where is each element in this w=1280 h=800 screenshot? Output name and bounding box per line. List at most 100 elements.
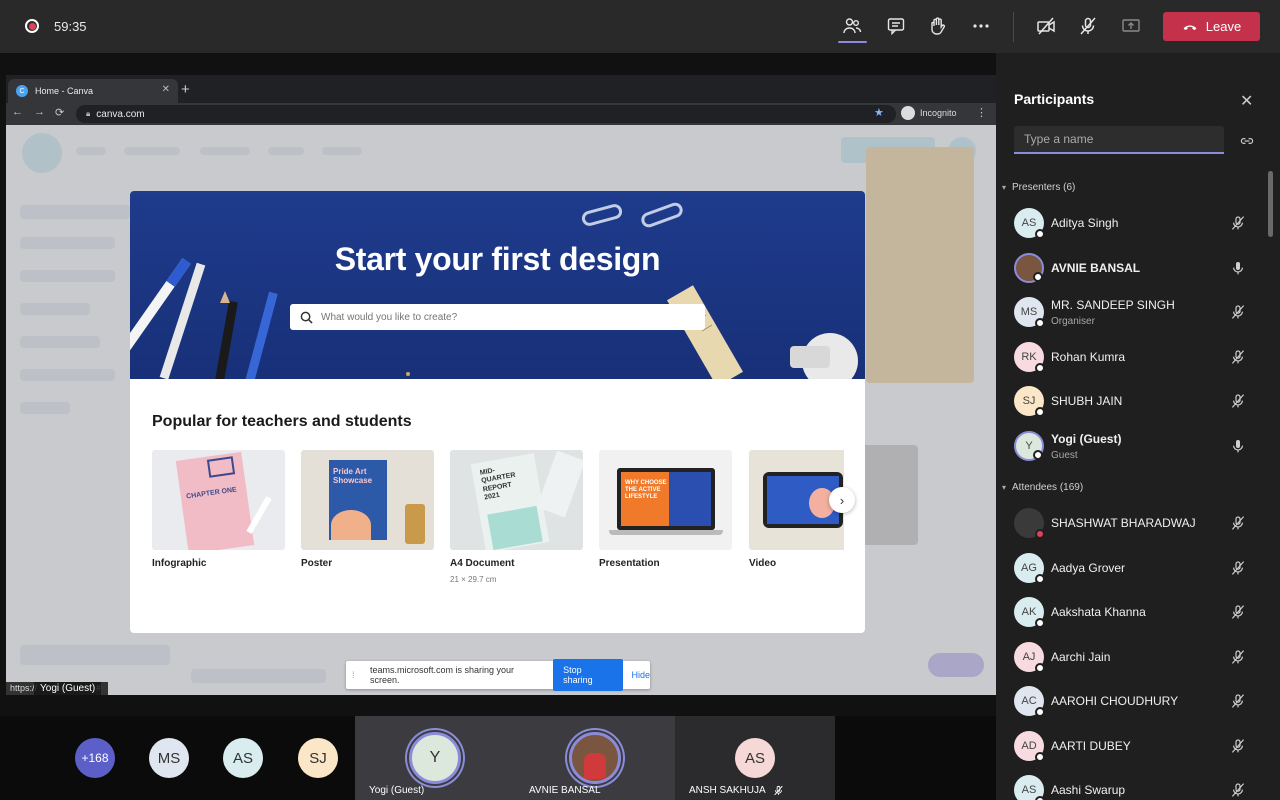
tile-name: AVNIE BANSAL bbox=[529, 785, 601, 796]
design-card-thumbnail: MID-QUARTER REPORT 2021 bbox=[450, 450, 583, 550]
browser-tab[interactable]: C Home - Canva ✕ bbox=[8, 79, 178, 103]
design-card-presentation[interactable]: WHY CHOOSE THE ACTIVE LIFESTYLE Presenta… bbox=[599, 450, 732, 569]
forward-icon[interactable]: → bbox=[34, 106, 45, 118]
mic-off-icon[interactable] bbox=[1230, 782, 1246, 798]
carousel-next-icon[interactable]: › bbox=[829, 487, 855, 513]
participant-name: SHASHWAT BHARADWAJ bbox=[1051, 516, 1196, 530]
participant-avatar: AS bbox=[1014, 208, 1045, 239]
participant-row[interactable]: AS Aditya Singh bbox=[1014, 204, 1264, 244]
chat-icon[interactable] bbox=[884, 14, 908, 38]
back-icon[interactable]: ← bbox=[12, 106, 23, 118]
design-type-carousel: CHAPTER ONE Infographic Pride Art Showca… bbox=[152, 450, 844, 590]
participant-row[interactable]: AVNIE BANSAL bbox=[1014, 249, 1264, 289]
participant-name: Aadya Grover bbox=[1051, 560, 1126, 575]
design-card-a4-document[interactable]: MID-QUARTER REPORT 2021 A4 Document 21 ×… bbox=[450, 450, 583, 584]
participant-name: Aditya Singh bbox=[1051, 216, 1119, 230]
mic-on-icon[interactable] bbox=[1230, 438, 1246, 454]
more-options-icon[interactable] bbox=[969, 14, 993, 38]
leave-label: Leave bbox=[1205, 19, 1242, 34]
incognito-indicator: Incognito bbox=[901, 106, 957, 120]
participant-row[interactable]: MS MR. SANDEEP SINGH Organiser bbox=[1014, 293, 1264, 333]
design-card-infographic[interactable]: CHAPTER ONE Infographic bbox=[152, 450, 285, 569]
overflow-participants-badge[interactable]: +168 bbox=[75, 738, 115, 778]
design-card-label: A4 Document bbox=[450, 558, 515, 569]
camera-off-icon[interactable] bbox=[1034, 14, 1058, 38]
active-tab-indicator bbox=[838, 41, 867, 43]
participant-name: AARTI DUBEY bbox=[1051, 738, 1131, 753]
bookmark-star-icon[interactable]: ★ bbox=[874, 106, 884, 119]
design-search-input[interactable] bbox=[321, 311, 681, 323]
participant-row[interactable]: AG Aadya Grover bbox=[1014, 549, 1264, 589]
mic-off-icon[interactable] bbox=[1230, 215, 1246, 231]
share-screen-icon[interactable] bbox=[1119, 14, 1143, 38]
mic-off-icon[interactable] bbox=[1230, 693, 1246, 709]
share-invite-link-icon[interactable] bbox=[1239, 133, 1255, 149]
participant-row[interactable]: AC AAROHI CHOUDHURY bbox=[1014, 682, 1264, 722]
meeting-toolbar: 59:35 Leave bbox=[0, 0, 1280, 53]
video-tile-avnie[interactable]: AVNIE BANSAL bbox=[515, 716, 675, 800]
stop-sharing-button[interactable]: Stop sharing bbox=[553, 659, 624, 691]
participant-row[interactable]: Y Yogi (Guest) Guest bbox=[1014, 427, 1264, 467]
participant-avatar: SJ bbox=[1014, 386, 1045, 417]
gallery-avatar-ms[interactable]: MS bbox=[149, 738, 189, 778]
mic-off-icon[interactable] bbox=[1230, 560, 1246, 576]
presence-status-icon bbox=[1035, 662, 1045, 673]
tile-name: ANSH SAKHUJA bbox=[689, 785, 766, 796]
drag-handle-icon[interactable]: ⁞ bbox=[352, 670, 362, 680]
mic-off-icon[interactable] bbox=[1230, 304, 1246, 320]
participant-name: Yogi (Guest) bbox=[1051, 431, 1122, 446]
participant-row[interactable]: RK Rohan Kumra bbox=[1014, 338, 1264, 378]
participant-avatar: Y bbox=[1014, 430, 1044, 461]
participant-row[interactable]: AJ Aarchi Jain bbox=[1014, 638, 1264, 678]
mic-off-icon[interactable] bbox=[1230, 604, 1246, 620]
mic-off-icon[interactable] bbox=[1230, 649, 1246, 665]
mic-on-icon[interactable] bbox=[1230, 260, 1246, 276]
browser-menu-icon[interactable]: ⋮ bbox=[976, 106, 987, 119]
participant-row[interactable]: SJ SHUBH JAIN bbox=[1014, 382, 1264, 422]
participant-row[interactable]: SHASHWAT BHARADWAJ bbox=[1014, 504, 1264, 544]
address-bar[interactable]: 🔒︎ canva.com bbox=[76, 105, 896, 123]
incognito-icon bbox=[901, 106, 915, 120]
video-tile-yogi[interactable]: Y Yogi (Guest) bbox=[355, 716, 515, 800]
participant-row[interactable]: AK Aakshata Khanna bbox=[1014, 593, 1264, 633]
gallery-avatar-as[interactable]: AS bbox=[223, 738, 263, 778]
presence-status-icon bbox=[1035, 318, 1045, 328]
participant-search-input[interactable] bbox=[1014, 126, 1224, 154]
mic-off-icon[interactable] bbox=[1230, 349, 1246, 365]
participant-role: Guest bbox=[1051, 449, 1078, 461]
raise-hand-icon[interactable] bbox=[925, 14, 949, 38]
participant-name: Rohan Kumra bbox=[1051, 349, 1126, 364]
attendees-section-header[interactable]: ▾ Attendees (169) bbox=[1002, 482, 1083, 493]
new-tab-icon[interactable]: + bbox=[181, 81, 190, 98]
mic-off-icon[interactable] bbox=[1230, 515, 1246, 531]
presence-status-icon bbox=[1035, 407, 1045, 417]
participant-name: AAROHI CHOUDHURY bbox=[1051, 694, 1179, 708]
toolbar-divider bbox=[1013, 12, 1014, 42]
close-tab-icon[interactable]: ✕ bbox=[162, 84, 170, 95]
tile-name: Yogi (Guest) bbox=[369, 785, 425, 796]
presence-status-icon bbox=[1035, 573, 1045, 584]
participant-row[interactable]: AS Aashi Swarup bbox=[1014, 771, 1264, 800]
mic-off-icon[interactable] bbox=[1230, 393, 1246, 409]
design-card-thumb-text: WHY CHOOSE THE ACTIVE LIFESTYLE bbox=[625, 480, 667, 501]
design-search-box[interactable] bbox=[290, 304, 705, 330]
video-tile-ansh[interactable]: AS ANSH SAKHUJA bbox=[675, 716, 835, 800]
mic-off-icon[interactable] bbox=[1230, 738, 1246, 754]
design-card-video[interactable]: Video bbox=[749, 450, 844, 569]
participant-avatar: AC bbox=[1014, 686, 1045, 717]
presence-status-icon bbox=[1035, 529, 1045, 539]
presenters-section-header[interactable]: ▾ Presenters (6) bbox=[1002, 182, 1075, 193]
reload-icon[interactable]: ⟳ bbox=[55, 106, 64, 119]
leave-button[interactable]: Leave bbox=[1163, 12, 1260, 41]
gallery-avatar-sj[interactable]: SJ bbox=[298, 738, 338, 778]
participants-icon[interactable] bbox=[840, 14, 864, 38]
design-card-poster[interactable]: Pride Art Showcase Poster bbox=[301, 450, 434, 569]
mic-off-icon[interactable] bbox=[1076, 14, 1100, 38]
participant-initials: RK bbox=[1021, 350, 1037, 363]
teams-meeting-window: 59:35 Leave C Home - Canva ✕ + ← → ⟳ 🔒︎ … bbox=[0, 0, 1280, 800]
attendees-label: Attendees (169) bbox=[1012, 482, 1084, 493]
panel-scrollbar[interactable] bbox=[1268, 171, 1273, 237]
close-icon[interactable]: ✕ bbox=[1240, 91, 1253, 111]
participant-row[interactable]: AD AARTI DUBEY bbox=[1014, 727, 1264, 767]
hide-banner-link[interactable]: Hide bbox=[631, 670, 650, 680]
